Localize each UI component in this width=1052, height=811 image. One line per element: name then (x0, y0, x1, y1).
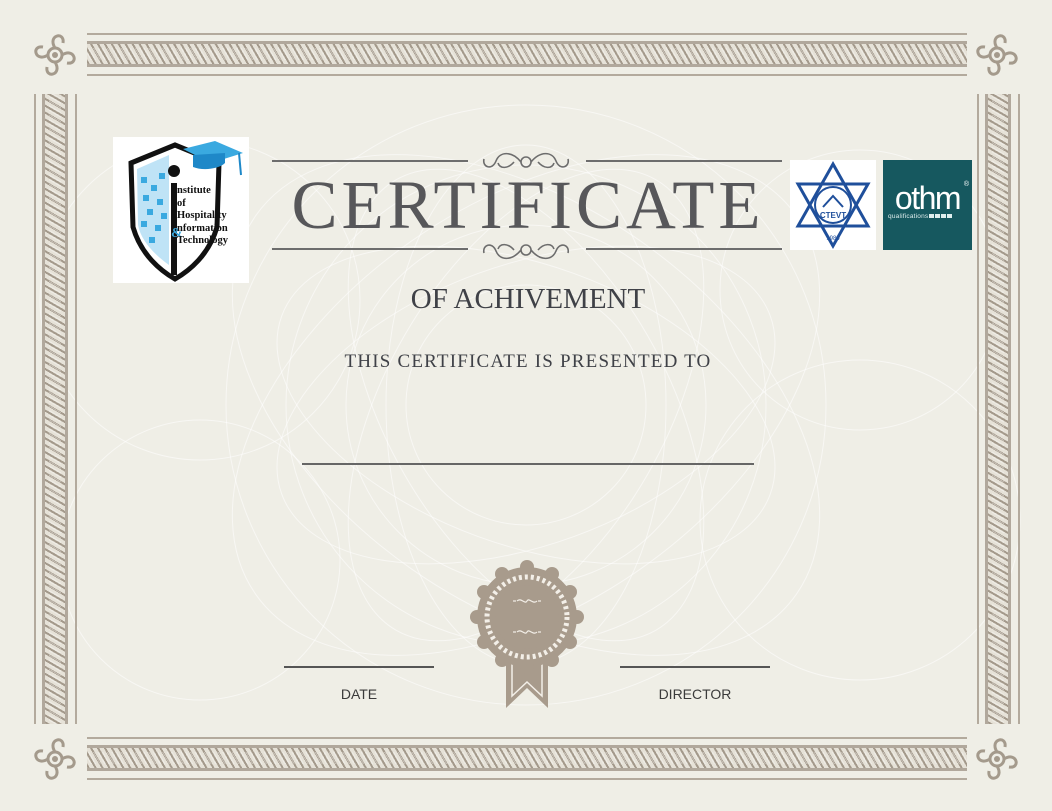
recipient-name-line (302, 463, 754, 465)
top-rope-border (87, 41, 967, 67)
certificate-page: & nstitute of Hospitality nformation Tec… (0, 0, 1052, 811)
certificate-title: CERTIFICATE (291, 167, 765, 243)
left-rope-border (42, 94, 68, 724)
title-rule-top-left (272, 160, 468, 162)
certificate-subtitle: OF ACHIVEMENT (410, 283, 646, 315)
institute-line-4: nformation (177, 222, 228, 234)
right-rope-border (985, 94, 1011, 724)
ctevt-text: CTEVT (820, 211, 846, 220)
institute-logo: & nstitute of Hospitality nformation Tec… (113, 137, 249, 283)
director-signature-line (620, 666, 770, 668)
corner-ornament-bottom-right (976, 738, 1018, 780)
othm-tagline-text: qualifications (888, 213, 929, 220)
othm-logo: othm ® qualifications (883, 160, 972, 250)
left-outer-rule (34, 94, 36, 724)
corner-ornament-top-right (976, 34, 1018, 76)
othm-tagline: qualifications (888, 213, 953, 220)
registered-icon: ® (963, 181, 969, 188)
ctevt-star-icon: CTEVT 1989 (795, 160, 871, 250)
presented-to-text: THIS CERTIFICATE IS PRESENTED TO (344, 351, 712, 372)
institute-line-3: Hospitality (177, 210, 227, 221)
date-label: DATE (340, 686, 378, 702)
institute-line-2: of (177, 197, 186, 209)
institute-line-1: nstitute (177, 185, 211, 196)
bottom-inner-rule (87, 737, 967, 739)
left-inner-rule (75, 94, 77, 724)
top-inner-rule (87, 74, 967, 76)
top-outer-rule (87, 33, 967, 35)
institute-line-5: Technology (177, 235, 228, 246)
right-inner-rule (977, 94, 979, 724)
bottom-outer-rule (87, 778, 967, 780)
ctevt-logo: CTEVT 1989 (790, 160, 876, 250)
director-label: DIRECTOR (658, 686, 732, 702)
ctevt-year: 1989 (826, 236, 840, 242)
corner-ornament-bottom-left (34, 738, 76, 780)
date-signature-line (284, 666, 434, 668)
othm-wordmark: othm (894, 180, 962, 216)
right-outer-rule (1018, 94, 1020, 724)
title-rule-top-right (586, 160, 782, 162)
institute-name: nstitute of Hospitality nformation Techn… (177, 185, 228, 248)
title-rule-bottom-left (272, 248, 468, 250)
bottom-rope-border (87, 745, 967, 771)
corner-ornament-top-left (34, 34, 76, 76)
seal-icon (470, 560, 584, 708)
title-rule-bottom-right (586, 248, 782, 250)
